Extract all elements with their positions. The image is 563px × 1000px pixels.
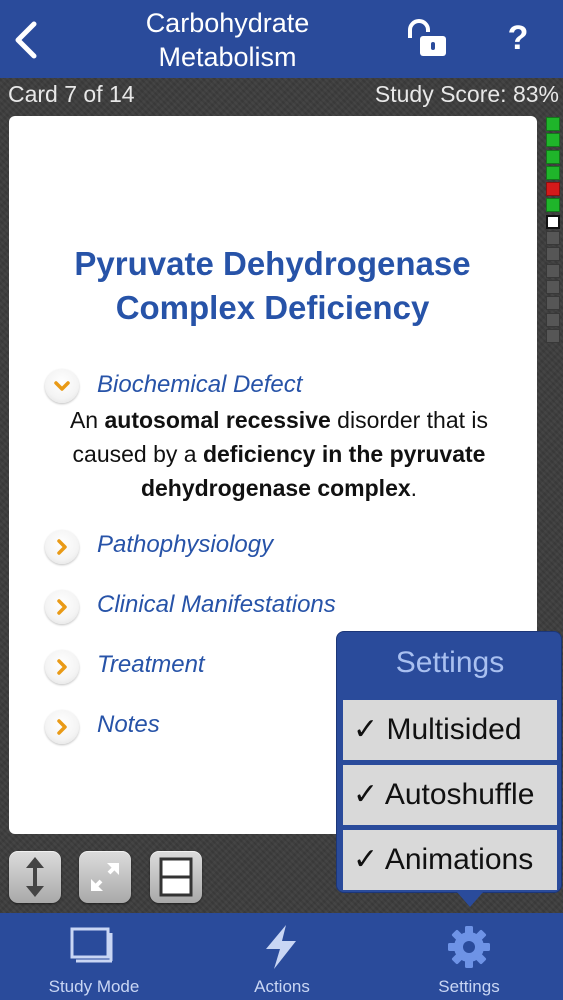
- progress-square-none: [546, 263, 560, 278]
- back-button[interactable]: [8, 18, 48, 62]
- lightning-icon: [188, 921, 376, 971]
- progress-square-none: [546, 247, 560, 262]
- expand-toggle-notes[interactable]: [45, 710, 79, 744]
- section-label-treatment[interactable]: Treatment: [97, 650, 205, 680]
- expand-toggle-biochemical-defect[interactable]: [45, 369, 79, 403]
- section-label-clinical-manifestations[interactable]: Clinical Manifestations: [97, 590, 336, 620]
- unlocked-padlock-icon: [408, 19, 446, 56]
- section-label-pathophysiology[interactable]: Pathophysiology: [97, 530, 273, 560]
- progress-square-current: [546, 214, 560, 229]
- section-label-biochemical-defect[interactable]: Biochemical Defect: [97, 370, 302, 400]
- progress-square-none: [546, 312, 560, 327]
- expand-toggle-pathophysiology[interactable]: [45, 530, 79, 564]
- tab-bar: Study Mode Actions Settings: [0, 913, 563, 1000]
- expand-icon: [91, 863, 119, 891]
- progress-square-correct: [546, 165, 560, 180]
- study-mode-icon: [0, 921, 188, 971]
- chevron-right-icon: [57, 659, 67, 675]
- card-title-line1: Pyruvate Dehydrogenase: [74, 245, 471, 282]
- card-title-line2: Complex Deficiency: [115, 289, 430, 326]
- help-button[interactable]: ?: [500, 18, 536, 58]
- settings-popover: Settings ✓ Multisided ✓ Autoshuffle ✓ An…: [336, 631, 562, 893]
- tab-label-study-mode: Study Mode: [48, 977, 140, 996]
- navigation-bar: Carbohydrate Metabolism ?: [0, 0, 563, 78]
- tab-study-mode[interactable]: Study Mode: [0, 913, 188, 1000]
- progress-square-correct: [546, 133, 560, 148]
- expand-toggle-treatment[interactable]: [45, 650, 79, 684]
- progress-square-none: [546, 279, 560, 294]
- tab-label-actions: Actions: [254, 977, 310, 996]
- section-label-notes[interactable]: Notes: [97, 710, 160, 740]
- expand-card-button[interactable]: [79, 851, 131, 903]
- setting-multisided-toggle[interactable]: ✓ Multisided: [343, 700, 557, 760]
- setting-animations-toggle[interactable]: ✓ Animations: [343, 830, 557, 890]
- tab-settings[interactable]: Settings: [375, 913, 563, 1000]
- tab-label-settings: Settings: [438, 977, 500, 996]
- page-title-line2: Metabolism: [158, 42, 297, 72]
- chevron-right-icon: [57, 539, 67, 555]
- card-layout-button[interactable]: [150, 851, 202, 903]
- setting-autoshuffle-toggle[interactable]: ✓ Autoshuffle: [343, 765, 557, 825]
- chevron-left-icon: [15, 21, 37, 59]
- popover-arrow: [456, 891, 484, 907]
- card-position-label: Card 7 of 14: [8, 81, 135, 107]
- progress-square-correct: [546, 117, 560, 131]
- flip-vertical-icon: [26, 857, 44, 897]
- gear-icon: [375, 921, 563, 971]
- card-layout-icon: [159, 857, 193, 897]
- page-title-line1: Carbohydrate: [145, 8, 310, 38]
- chevron-right-icon: [57, 719, 67, 735]
- expand-toggle-clinical-manifestations[interactable]: [45, 590, 79, 624]
- study-score-label: Study Score: 83%: [374, 81, 559, 107]
- lock-button[interactable]: [402, 18, 452, 60]
- flip-card-button[interactable]: [9, 851, 61, 903]
- settings-popover-title: Settings: [395, 646, 505, 679]
- biochemical-defect-text: An autosomal recessive disorder that is …: [69, 407, 489, 501]
- progress-square-none: [546, 328, 560, 343]
- progress-square-correct: [546, 149, 560, 164]
- progress-square-correct: [546, 198, 560, 213]
- chevron-down-icon: [54, 381, 70, 391]
- progress-square-incorrect: [546, 182, 560, 197]
- chevron-right-icon: [57, 599, 67, 615]
- card-progress-indicator: [546, 117, 560, 345]
- progress-square-none: [546, 231, 560, 246]
- tab-actions[interactable]: Actions: [188, 913, 376, 1000]
- progress-square-none: [546, 296, 560, 311]
